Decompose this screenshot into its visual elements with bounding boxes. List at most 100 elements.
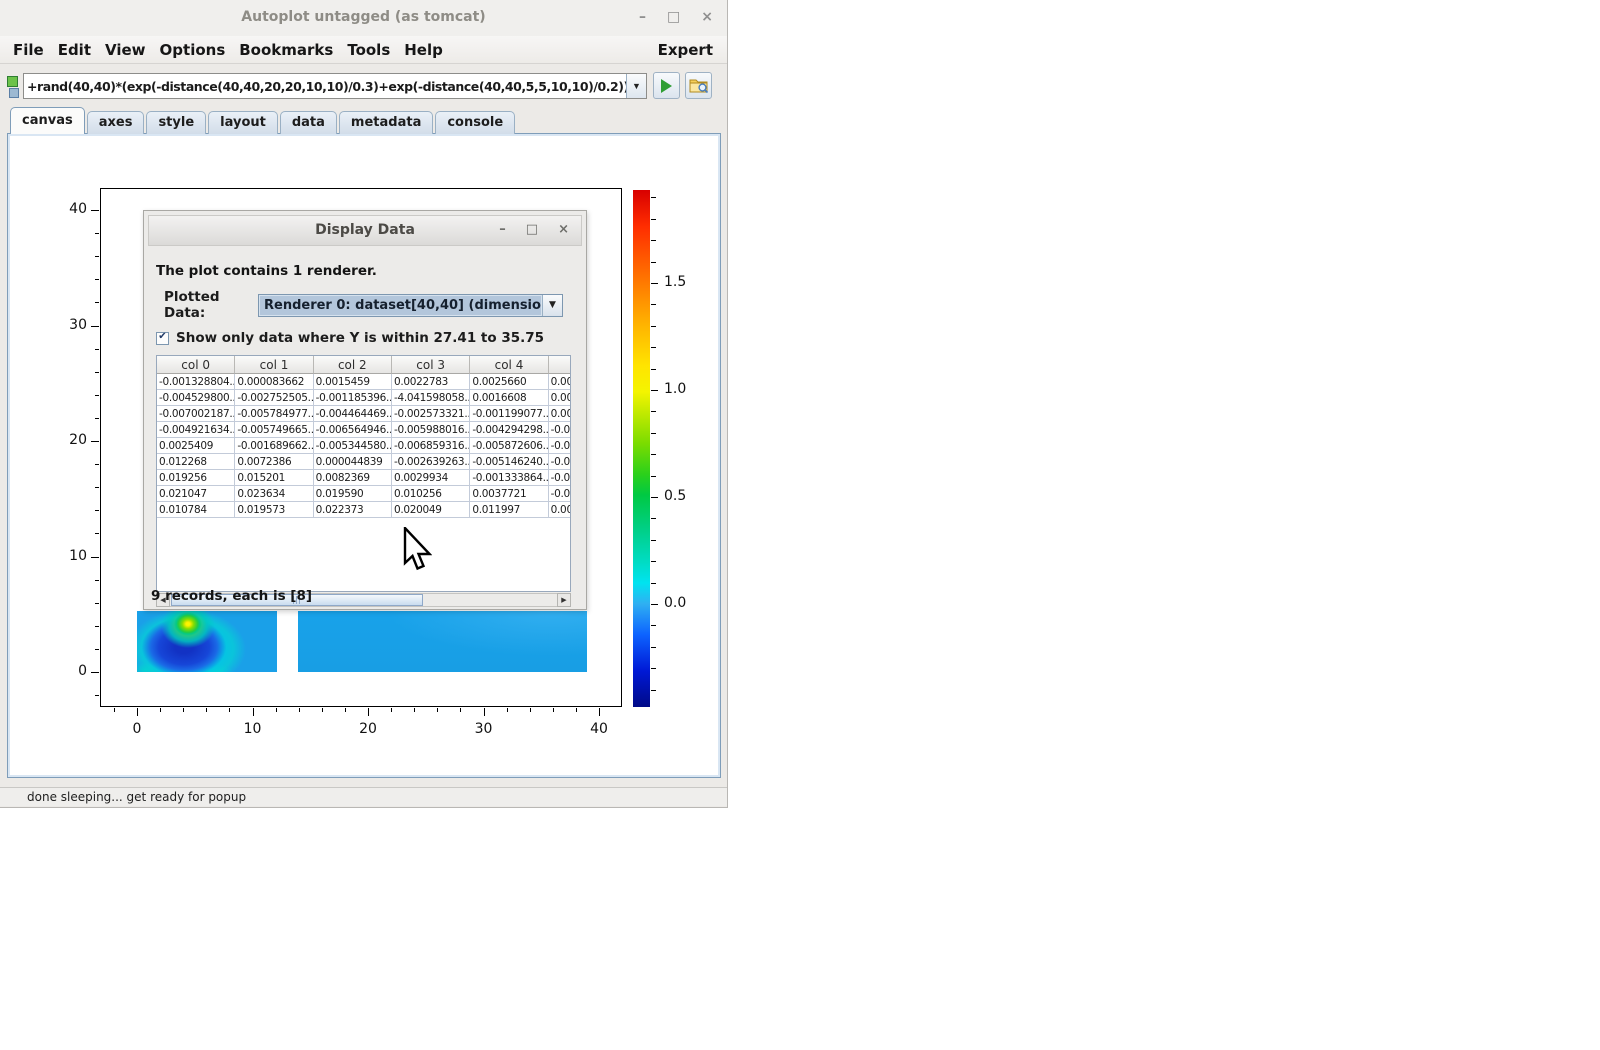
table-cell[interactable]: -0.004464469... (314, 406, 392, 422)
table-cell[interactable]: 0.00 (549, 390, 571, 406)
tab-canvas[interactable]: canvas (10, 107, 85, 134)
table-row[interactable]: -0.004921634...-0.005749665...-0.0065649… (157, 422, 571, 438)
table-cell[interactable]: 0.019256 (157, 470, 235, 486)
tab-console[interactable]: console (435, 111, 515, 134)
y-filter-checkbox[interactable]: ✔ (156, 332, 169, 345)
table-cell[interactable]: 0.010784 (157, 502, 235, 518)
menu-item-file[interactable]: File (6, 41, 51, 59)
column-header-5[interactable] (549, 356, 571, 374)
column-header-1[interactable]: col 1 (235, 356, 313, 374)
menu-item-view[interactable]: View (98, 41, 153, 59)
window-titlebar[interactable]: Autoplot untagged (as tomcat) – □ × (0, 0, 727, 37)
table-cell[interactable]: 0.0029934 (392, 470, 470, 486)
table-cell[interactable]: 0.019573 (235, 502, 313, 518)
table-cell[interactable]: -0.001185396... (314, 390, 392, 406)
table-cell[interactable]: -4.041598058... (392, 390, 470, 406)
table-cell[interactable]: -0.001333864... (470, 470, 548, 486)
scroll-right-button[interactable]: ▶ (557, 593, 571, 607)
table-row[interactable]: 0.0025409-0.001689662...-0.005344580...-… (157, 438, 571, 454)
table-cell[interactable]: 0.00 (549, 502, 571, 518)
table-cell[interactable]: 0.0037721 (470, 486, 548, 502)
column-header-2[interactable]: col 2 (314, 356, 392, 374)
column-header-0[interactable]: col 0 (157, 356, 235, 374)
menu-item-bookmarks[interactable]: Bookmarks (232, 41, 340, 59)
dialog-titlebar[interactable]: Display Data – □ × (148, 215, 582, 246)
table-cell[interactable]: -0.005344580... (314, 438, 392, 454)
table-cell[interactable]: -0.005749665... (235, 422, 313, 438)
table-cell[interactable]: -0.007002187... (157, 406, 235, 422)
tab-style[interactable]: style (146, 111, 206, 134)
menu-item-tools[interactable]: Tools (340, 41, 397, 59)
table-cell[interactable]: -0.002752505... (235, 390, 313, 406)
table-cell[interactable]: 0.0016608 (470, 390, 548, 406)
dialog-minimize-icon[interactable]: – (499, 221, 506, 239)
table-row[interactable]: -0.004529800...-0.002752505...-0.0011853… (157, 390, 571, 406)
tab-layout[interactable]: layout (208, 111, 278, 134)
table-row[interactable]: 0.0210470.0236340.0195900.0102560.003772… (157, 486, 571, 502)
table-cell[interactable]: -0.005988016... (392, 422, 470, 438)
table-cell[interactable]: 0.023634 (235, 486, 313, 502)
table-cell[interactable]: 0.015201 (235, 470, 313, 486)
table-cell[interactable]: 0.0082369 (314, 470, 392, 486)
tab-metadata[interactable]: metadata (339, 111, 433, 134)
plotted-data-combobox[interactable]: Renderer 0: dataset[40,40] (dimension...… (258, 294, 563, 317)
table-cell[interactable]: -0.006859316... (392, 438, 470, 454)
table-cell[interactable]: -0.0 (549, 454, 571, 470)
tab-axes[interactable]: axes (87, 111, 145, 134)
table-cell[interactable]: 0.021047 (157, 486, 235, 502)
dialog-close-icon[interactable]: × (558, 221, 569, 239)
table-row[interactable]: -0.001328804...0.0000836620.00154590.002… (157, 374, 571, 390)
uri-text[interactable]: +rand(40,40)*(exp(-distance(40,40,20,20,… (24, 79, 626, 94)
table-cell[interactable]: -0.002639263... (392, 454, 470, 470)
table-cell[interactable]: 0.000044839 (314, 454, 392, 470)
table-cell[interactable]: -0.006564946... (314, 422, 392, 438)
uri-input[interactable]: +rand(40,40)*(exp(-distance(40,40,20,20,… (23, 73, 647, 99)
table-cell[interactable]: -0.004294298... (470, 422, 548, 438)
maximize-icon[interactable]: □ (667, 7, 680, 27)
table-cell[interactable]: 0.0072386 (235, 454, 313, 470)
table-cell[interactable]: -0.002573321... (392, 406, 470, 422)
table-cell[interactable]: -0.001689662... (235, 438, 313, 454)
menu-item-edit[interactable]: Edit (51, 41, 98, 59)
column-header-4[interactable]: col 4 (470, 356, 548, 374)
table-cell[interactable]: 0.019590 (314, 486, 392, 502)
table-cell[interactable]: -0.004921634... (157, 422, 235, 438)
table-cell[interactable]: -0.0 (549, 422, 571, 438)
table-cell[interactable]: 0.022373 (314, 502, 392, 518)
table-cell[interactable]: -0.0 (549, 486, 571, 502)
table-cell[interactable]: 0.0025660 (470, 374, 548, 390)
table-cell[interactable]: -0.0 (549, 470, 571, 486)
table-row[interactable]: 0.0192560.0152010.00823690.0029934-0.001… (157, 470, 571, 486)
table-cell[interactable]: -0.005784977... (235, 406, 313, 422)
table-row[interactable]: 0.0107840.0195730.0223730.0200490.011997… (157, 502, 571, 518)
table-cell[interactable]: -0.005146240... (470, 454, 548, 470)
table-cell[interactable]: 0.0025409 (157, 438, 235, 454)
expert-toggle[interactable]: Expert (658, 41, 727, 59)
dialog-maximize-icon[interactable]: □ (526, 221, 538, 239)
table-cell[interactable]: 0.012268 (157, 454, 235, 470)
menu-item-help[interactable]: Help (397, 41, 450, 59)
tab-data[interactable]: data (280, 111, 337, 134)
table-cell[interactable]: -0.001199077... (470, 406, 548, 422)
table-cell[interactable]: 0.010256 (392, 486, 470, 502)
table-row[interactable]: 0.0122680.00723860.000044839-0.002639263… (157, 454, 571, 470)
menu-item-options[interactable]: Options (153, 41, 233, 59)
table-cell[interactable]: -0.004529800... (157, 390, 235, 406)
table-cell[interactable]: 0.0022783 (392, 374, 470, 390)
table-cell[interactable]: -0.001328804... (157, 374, 235, 390)
table-cell[interactable]: 0.000083662 (235, 374, 313, 390)
combo-arrow-button[interactable]: ▼ (542, 295, 562, 316)
uri-dropdown-button[interactable]: ▼ (626, 74, 646, 98)
inspect-button[interactable] (685, 72, 712, 99)
table-cell[interactable]: 0.00 (549, 406, 571, 422)
close-icon[interactable]: × (701, 7, 713, 27)
table-cell[interactable]: 0.00 (549, 374, 571, 390)
table-cell[interactable]: 0.020049 (392, 502, 470, 518)
table-cell[interactable]: -0.005872606... (470, 438, 548, 454)
table-row[interactable]: -0.007002187...-0.005784977...-0.0044644… (157, 406, 571, 422)
go-button[interactable] (653, 72, 680, 99)
minimize-icon[interactable]: – (639, 7, 646, 27)
table-cell[interactable]: -0.0 (549, 438, 571, 454)
table-cell[interactable]: 0.0015459 (314, 374, 392, 390)
table-cell[interactable]: 0.011997 (470, 502, 548, 518)
